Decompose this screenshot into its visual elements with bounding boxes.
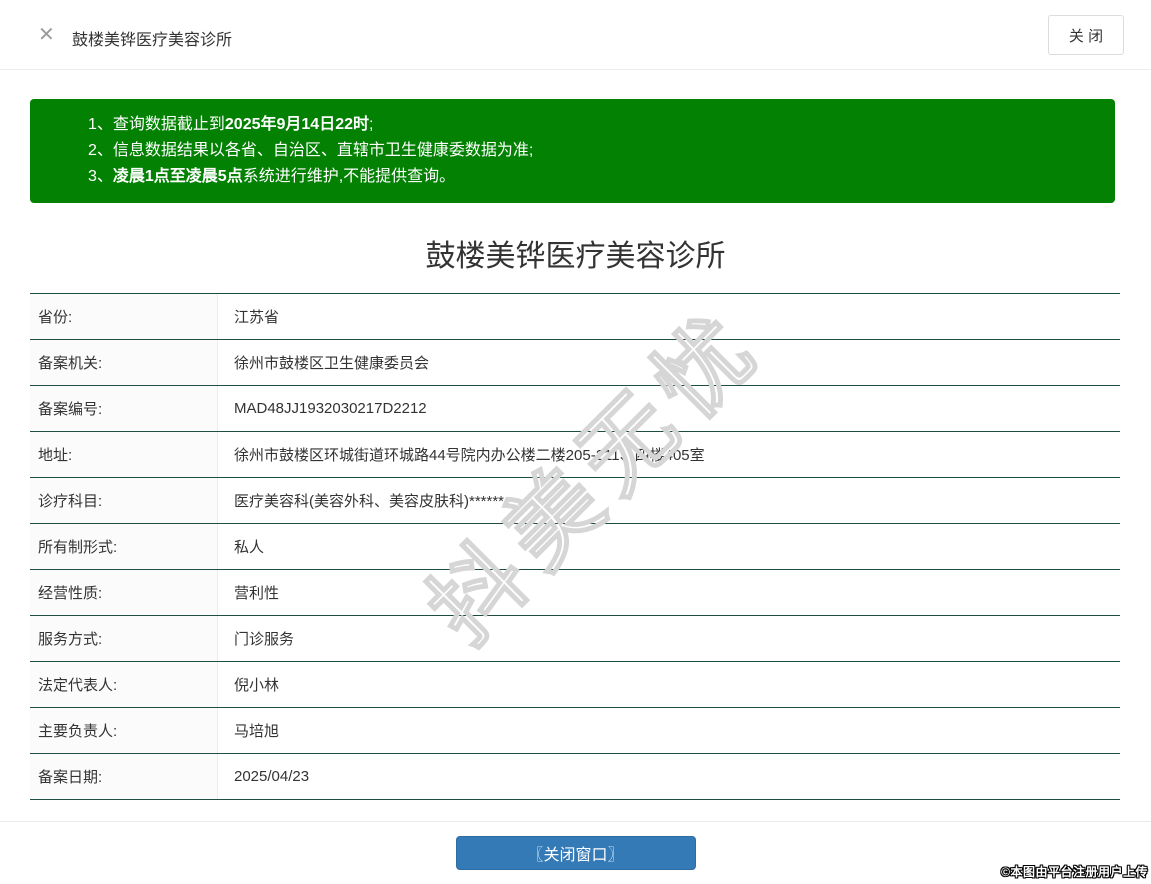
notice-line: 1、查询数据截止到2025年9月14日22时; — [88, 116, 374, 133]
record-label: 备案编号: — [30, 386, 218, 431]
record-value: 徐州市鼓楼区卫生健康委员会 — [234, 355, 430, 372]
record-row: 所有制形式: 私人 — [30, 524, 1120, 570]
record-row: 省份: 江苏省 — [30, 294, 1120, 340]
record-value: 私人 — [234, 539, 265, 556]
notice-line: 2、信息数据结果以各省、自治区、直辖市卫生健康委数据为准; — [88, 142, 534, 159]
upload-credit-watermark: ©本图由平台注册用户上传 — [1001, 865, 1148, 879]
record-row: 备案编号: MAD48JJ1932030217D2212 — [30, 386, 1120, 432]
record-label: 省份: — [30, 294, 218, 339]
record-label: 服务方式: — [30, 616, 218, 661]
record-value: 倪小林 — [234, 677, 280, 694]
record-label: 法定代表人: — [30, 662, 218, 707]
record-row: 服务方式: 门诊服务 — [30, 616, 1120, 662]
record-label: 主要负责人: — [30, 708, 218, 753]
record-value: MAD48JJ1932030217D2212 — [234, 400, 427, 417]
record-value: 医疗美容科(美容外科、美容皮肤科)****** — [234, 493, 505, 510]
notice-box: 1、查询数据截止到2025年9月14日22时; 2、信息数据结果以各省、自治区、直… — [30, 99, 1115, 203]
record-row: 主要负责人: 马培旭 — [30, 708, 1120, 754]
record-table: 省份: 江苏省 备案机关: 徐州市鼓楼区卫生健康委员会 备案编号: MAD48JJ1932… — [30, 293, 1120, 800]
record-value: 马培旭 — [234, 723, 280, 740]
close-x-icon[interactable]: ✕ — [38, 23, 55, 47]
clinic-title: 鼓楼美铧医疗美容诊所 — [425, 240, 726, 273]
header-title: 鼓楼美铧医疗美容诊所 — [72, 32, 233, 49]
close-button[interactable]: 关 闭 — [1048, 15, 1124, 55]
record-value: 江苏省 — [234, 309, 280, 326]
record-row: 法定代表人: 倪小林 — [30, 662, 1120, 708]
record-value: 门诊服务 — [234, 631, 295, 648]
record-row: 经营性质: 营利性 — [30, 570, 1120, 616]
record-row: 备案日期: 2025/04/23 — [30, 754, 1120, 800]
record-label: 经营性质: — [30, 570, 218, 615]
footer: 〖关闭窗口〗 — [0, 822, 1151, 870]
record-row: 备案机关: 徐州市鼓楼区卫生健康委员会 — [30, 340, 1120, 386]
record-label: 所有制形式: — [30, 524, 218, 569]
header: ✕ 鼓楼美铧医疗美容诊所 关 闭 — [0, 0, 1151, 70]
record-label: 诊疗科目: — [30, 478, 218, 523]
record-value: 徐州市鼓楼区环城街道环城路44号院内办公楼二楼205-211、四楼405室 — [234, 447, 705, 464]
close-window-button[interactable]: 〖关闭窗口〗 — [455, 836, 696, 870]
record-row: 地址: 徐州市鼓楼区环城街道环城路44号院内办公楼二楼205-211、四楼405室 — [30, 432, 1120, 478]
record-row: 诊疗科目: 医疗美容科(美容外科、美容皮肤科)****** — [30, 478, 1120, 524]
page: ✕ 鼓楼美铧医疗美容诊所 关 闭 1、查询数据截止到2025年9月14日22时;… — [0, 0, 1151, 884]
record-value: 2025/04/23 — [234, 768, 310, 785]
record-label: 备案日期: — [30, 754, 218, 799]
notice-line: 3、凌晨1点至凌晨5点系统进行维护,不能提供查询。 — [88, 168, 456, 185]
record-value: 营利性 — [234, 585, 280, 602]
record-label: 备案机关: — [30, 340, 218, 385]
record-label: 地址: — [30, 432, 218, 477]
